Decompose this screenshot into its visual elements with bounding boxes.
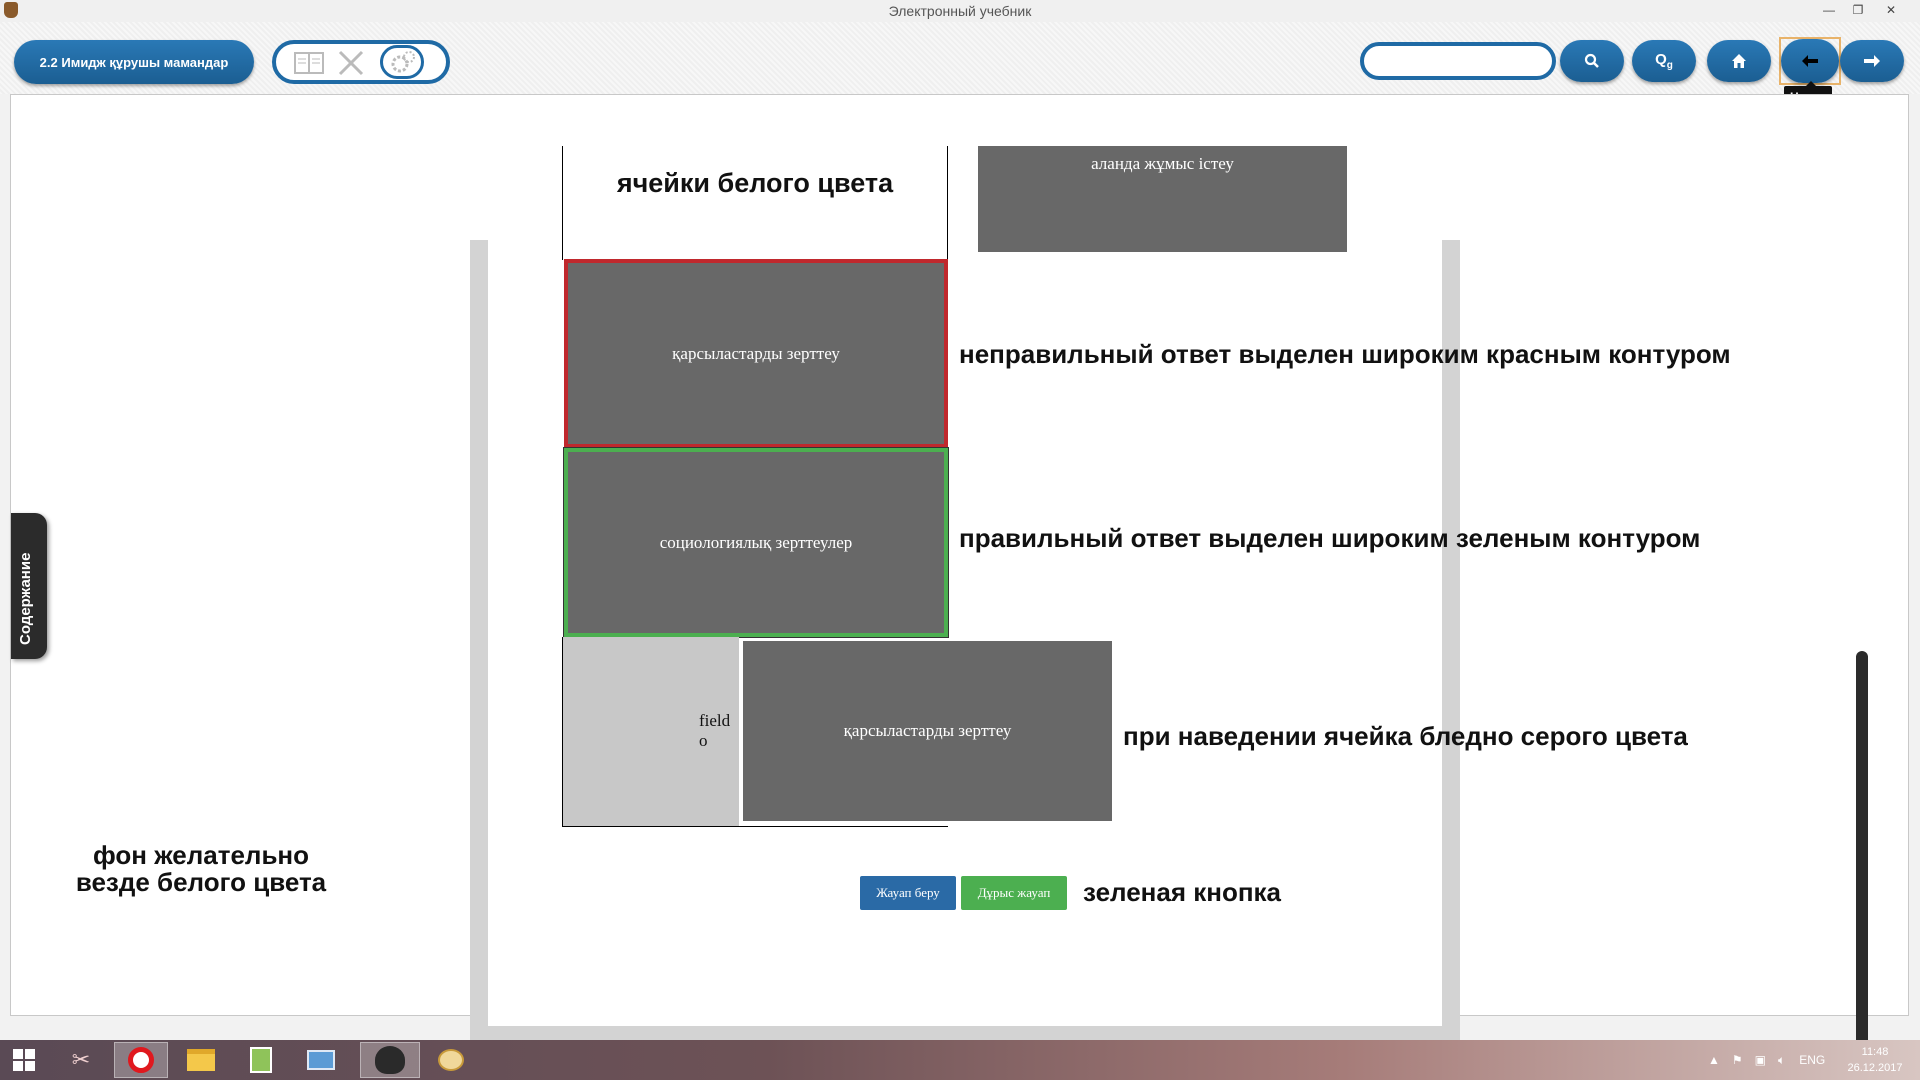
note-correct: правильный ответ выделен широким зеленым… <box>959 523 1701 553</box>
window-title-bar: Электронный учебник — ❐ ✕ <box>0 0 1920 23</box>
correct-answer-button[interactable]: Дұрыс жауап <box>961 876 1067 910</box>
clock[interactable]: 11:48 26.12.2017 <box>1840 1044 1910 1076</box>
file-explorer-icon[interactable] <box>174 1042 228 1078</box>
back-button[interactable] <box>1781 39 1839 83</box>
arrow-right-icon <box>1864 55 1880 67</box>
close-button[interactable]: ✕ <box>1878 0 1904 20</box>
chart-app-icon[interactable] <box>234 1042 288 1078</box>
network-icon[interactable]: ▣ <box>1755 1053 1766 1067</box>
app-toolbar: 2.2 Имидж құрушы мамандар Qg <box>0 22 1920 94</box>
white-cell-label: ячейки белого цвета <box>616 168 894 198</box>
contents-side-tab[interactable]: Содержание <box>11 513 47 659</box>
contents-tab-label: Содержание <box>17 552 34 645</box>
note-background-line2: везде белого цвета <box>75 867 327 897</box>
search-input[interactable] <box>1376 52 1550 70</box>
start-button[interactable] <box>0 1042 48 1078</box>
chapter-button[interactable]: 2.2 Имидж құрушы мамандар <box>14 40 254 84</box>
answer-cell-field-work[interactable]: аланда жұмыс істеу <box>978 146 1347 252</box>
note-hover: при наведении ячейка бледно серого цвета <box>1123 721 1688 751</box>
note-wrong: неправильный ответ выделен широким красн… <box>959 339 1731 369</box>
hover-cell[interactable]: field o <box>563 637 739 826</box>
search-icon <box>1584 53 1599 68</box>
tools-icon[interactable] <box>336 50 366 76</box>
tools-group <box>272 40 450 84</box>
white-target-cell[interactable]: ячейки белого цвета <box>562 146 948 260</box>
windows-icon <box>13 1049 35 1071</box>
search-field[interactable] <box>1360 42 1556 80</box>
textbook-app-icon[interactable] <box>360 1042 420 1078</box>
settings-icon[interactable] <box>380 45 424 79</box>
tray-expand-icon[interactable]: ▲ <box>1708 1053 1720 1067</box>
window-title: Электронный учебник <box>888 3 1032 19</box>
content-area: Содержание ячейки белого цвета аланда жұ… <box>10 94 1909 1063</box>
home-button[interactable] <box>1707 40 1771 82</box>
volume-icon[interactable]: 🔈︎ <box>1778 1053 1785 1068</box>
home-icon <box>1732 54 1746 68</box>
note-green-button: зеленая кнопка <box>1083 877 1282 907</box>
wrong-answer-cell[interactable]: қарсыластарды зерттеу <box>564 259 948 448</box>
answer-button[interactable]: Жауап беру <box>860 876 956 910</box>
vertical-scrollbar[interactable] <box>1856 651 1868 1063</box>
book-icon[interactable] <box>294 50 324 76</box>
remote-desktop-icon[interactable] <box>294 1042 348 1078</box>
glossary-search-button[interactable]: Qg <box>1632 40 1696 82</box>
opera-icon[interactable] <box>114 1042 168 1078</box>
snipping-tool-icon[interactable]: ✂ <box>54 1042 108 1078</box>
glossary-search-icon: Qg <box>1655 51 1673 71</box>
dragged-cell[interactable]: қарсыластарды зерттеу <box>743 641 1112 821</box>
hover-cell-text: field o <box>699 711 731 750</box>
restore-button[interactable]: ❐ <box>1845 0 1871 20</box>
search-button[interactable] <box>1560 40 1624 82</box>
arrow-left-icon <box>1802 55 1818 67</box>
flag-icon[interactable]: ⚑ <box>1732 1053 1743 1067</box>
clock-time: 11:48 <box>1861 1046 1889 1058</box>
language-indicator[interactable]: ENG <box>1799 1053 1825 1067</box>
clock-date: 26.12.2017 <box>1847 1062 1903 1074</box>
tray-icons: ▲ ⚑ ▣ 🔈︎ ENG <box>1708 1040 1825 1080</box>
paint-icon[interactable] <box>424 1042 478 1078</box>
minimize-button[interactable]: — <box>1816 0 1842 20</box>
taskbar: ✂ ▲ ⚑ ▣ 🔈︎ ENG 11:48 26.12.2017 <box>0 1040 1920 1080</box>
forward-button[interactable] <box>1840 40 1904 82</box>
correct-answer-cell[interactable]: социологиялық зерттеулер <box>563 447 949 638</box>
